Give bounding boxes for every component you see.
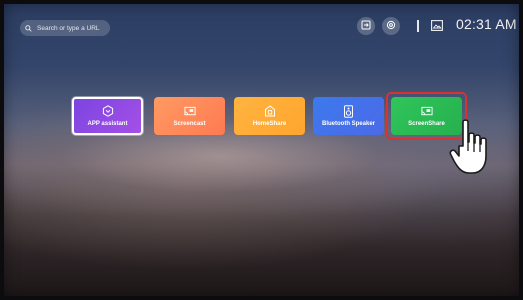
app-tile-app-assistant[interactable]: APP assistant bbox=[72, 97, 143, 135]
settings-button[interactable] bbox=[382, 17, 400, 35]
app-tile-label: APP assistant bbox=[87, 121, 128, 127]
search-bar[interactable]: Search or type a URL bbox=[20, 20, 110, 36]
app-tile-homeshare[interactable]: HomeShare bbox=[234, 97, 305, 135]
image-icon[interactable] bbox=[430, 18, 444, 32]
app-tile-screencast[interactable]: Screencast bbox=[154, 97, 225, 135]
status-divider bbox=[417, 20, 419, 32]
search-icon bbox=[25, 24, 34, 33]
input-source-button[interactable] bbox=[357, 17, 375, 35]
app-tile-label: Screencast bbox=[173, 121, 206, 127]
tv-home-screen: Search or type a URL 02:31 AM APP assist… bbox=[0, 0, 523, 300]
input-source-icon bbox=[361, 17, 371, 35]
speaker-icon bbox=[343, 104, 355, 118]
cast-icon bbox=[183, 105, 196, 117]
search-placeholder: Search or type a URL bbox=[37, 24, 100, 32]
app-tile-label: Bluetooth Speaker bbox=[321, 121, 375, 127]
pointing-hand-icon bbox=[449, 118, 503, 180]
hexagon-check-icon bbox=[102, 105, 114, 117]
clock: 02:31 AM bbox=[456, 16, 517, 32]
app-tile-label: HomeShare bbox=[252, 121, 287, 127]
settings-icon bbox=[386, 17, 396, 35]
app-tile-bluetooth-speaker[interactable]: Bluetooth Speaker bbox=[313, 97, 384, 135]
home-share-icon bbox=[264, 105, 276, 117]
